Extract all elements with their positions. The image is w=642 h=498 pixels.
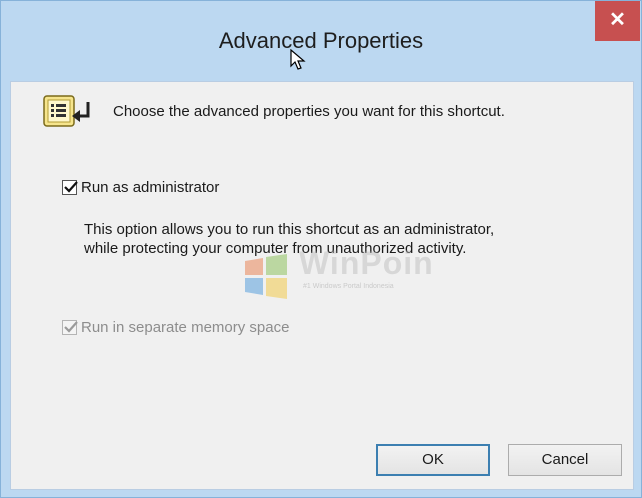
dialog-title: Advanced Properties — [218, 28, 424, 53]
title-bar[interactable]: Advanced Properties ✕ — [1, 1, 641, 81]
dialog-body: Choose the advanced properties you want … — [10, 81, 634, 490]
watermark-logo: WinPoin #1 Windows Portal Indonesia — [241, 245, 471, 305]
separate-memory-option: Run in separate memory space — [62, 319, 289, 336]
run-as-admin-option[interactable]: Run as administrator — [62, 179, 219, 196]
separate-memory-checkbox — [62, 320, 78, 335]
run-as-admin-label: Run as administrator — [81, 179, 220, 196]
ok-button[interactable]: OK — [376, 444, 490, 476]
separate-memory-label: Run in separate memory space — [81, 319, 290, 336]
watermark-tagline: #1 Windows Portal Indonesia — [303, 283, 394, 290]
run-as-admin-checkbox[interactable] — [62, 180, 78, 195]
mouse-cursor-icon — [290, 48, 306, 76]
close-button[interactable]: ✕ — [595, 1, 640, 41]
checkmark-icon — [64, 321, 78, 333]
advanced-properties-dialog: Advanced Properties ✕ Choose the advance… — [0, 0, 642, 498]
cancel-button[interactable]: Cancel — [508, 444, 622, 476]
checkmark-icon — [64, 181, 78, 193]
close-icon: ✕ — [609, 9, 626, 31]
shortcut-properties-icon — [42, 92, 92, 132]
header-description: Choose the advanced properties you want … — [113, 103, 505, 120]
watermark-name: WinPoin — [299, 245, 434, 281]
